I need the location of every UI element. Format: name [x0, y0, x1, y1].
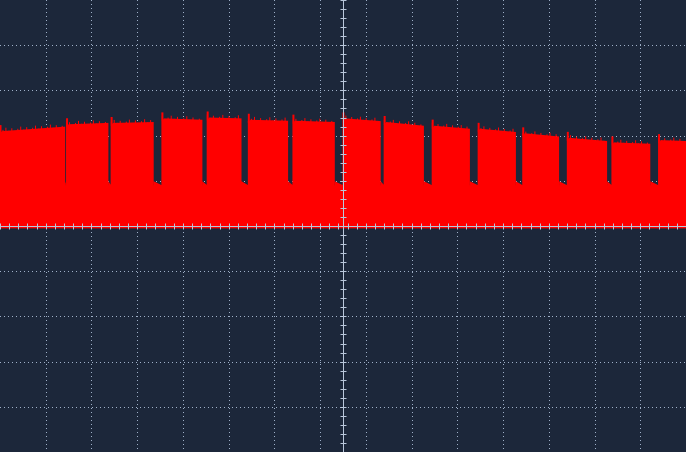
trace-burst	[161, 118, 203, 229]
trace-gap	[650, 181, 659, 229]
trace-gap	[241, 181, 249, 229]
trace-burst	[432, 125, 470, 229]
trace-gap	[380, 181, 385, 229]
trace-burst	[343, 118, 381, 229]
trace-gap	[202, 181, 208, 229]
trace-burst	[66, 122, 109, 229]
trace-burst	[384, 122, 424, 229]
trace-burst	[207, 117, 242, 229]
trace-burst	[111, 122, 154, 229]
trace-burst	[522, 133, 560, 229]
trace-burst	[0, 126, 66, 229]
trace-gap	[607, 181, 612, 229]
trace-gap	[288, 181, 293, 229]
trace-gap	[108, 181, 112, 229]
trace-gap	[65, 181, 67, 229]
trace-gap	[334, 181, 343, 229]
trace-gap	[469, 181, 479, 229]
trace-burst	[292, 120, 335, 229]
trace-burst	[658, 140, 686, 229]
trace-gap	[515, 181, 523, 229]
waveform-display	[0, 0, 686, 452]
trace-gap	[423, 181, 433, 229]
trace-burst	[478, 128, 516, 229]
trace-gap	[559, 181, 568, 229]
oscilloscope-screen	[0, 0, 686, 452]
trace-gap	[153, 181, 162, 229]
trace-burst	[611, 142, 651, 229]
trace-burst	[567, 137, 608, 229]
trace-burst	[248, 119, 289, 229]
